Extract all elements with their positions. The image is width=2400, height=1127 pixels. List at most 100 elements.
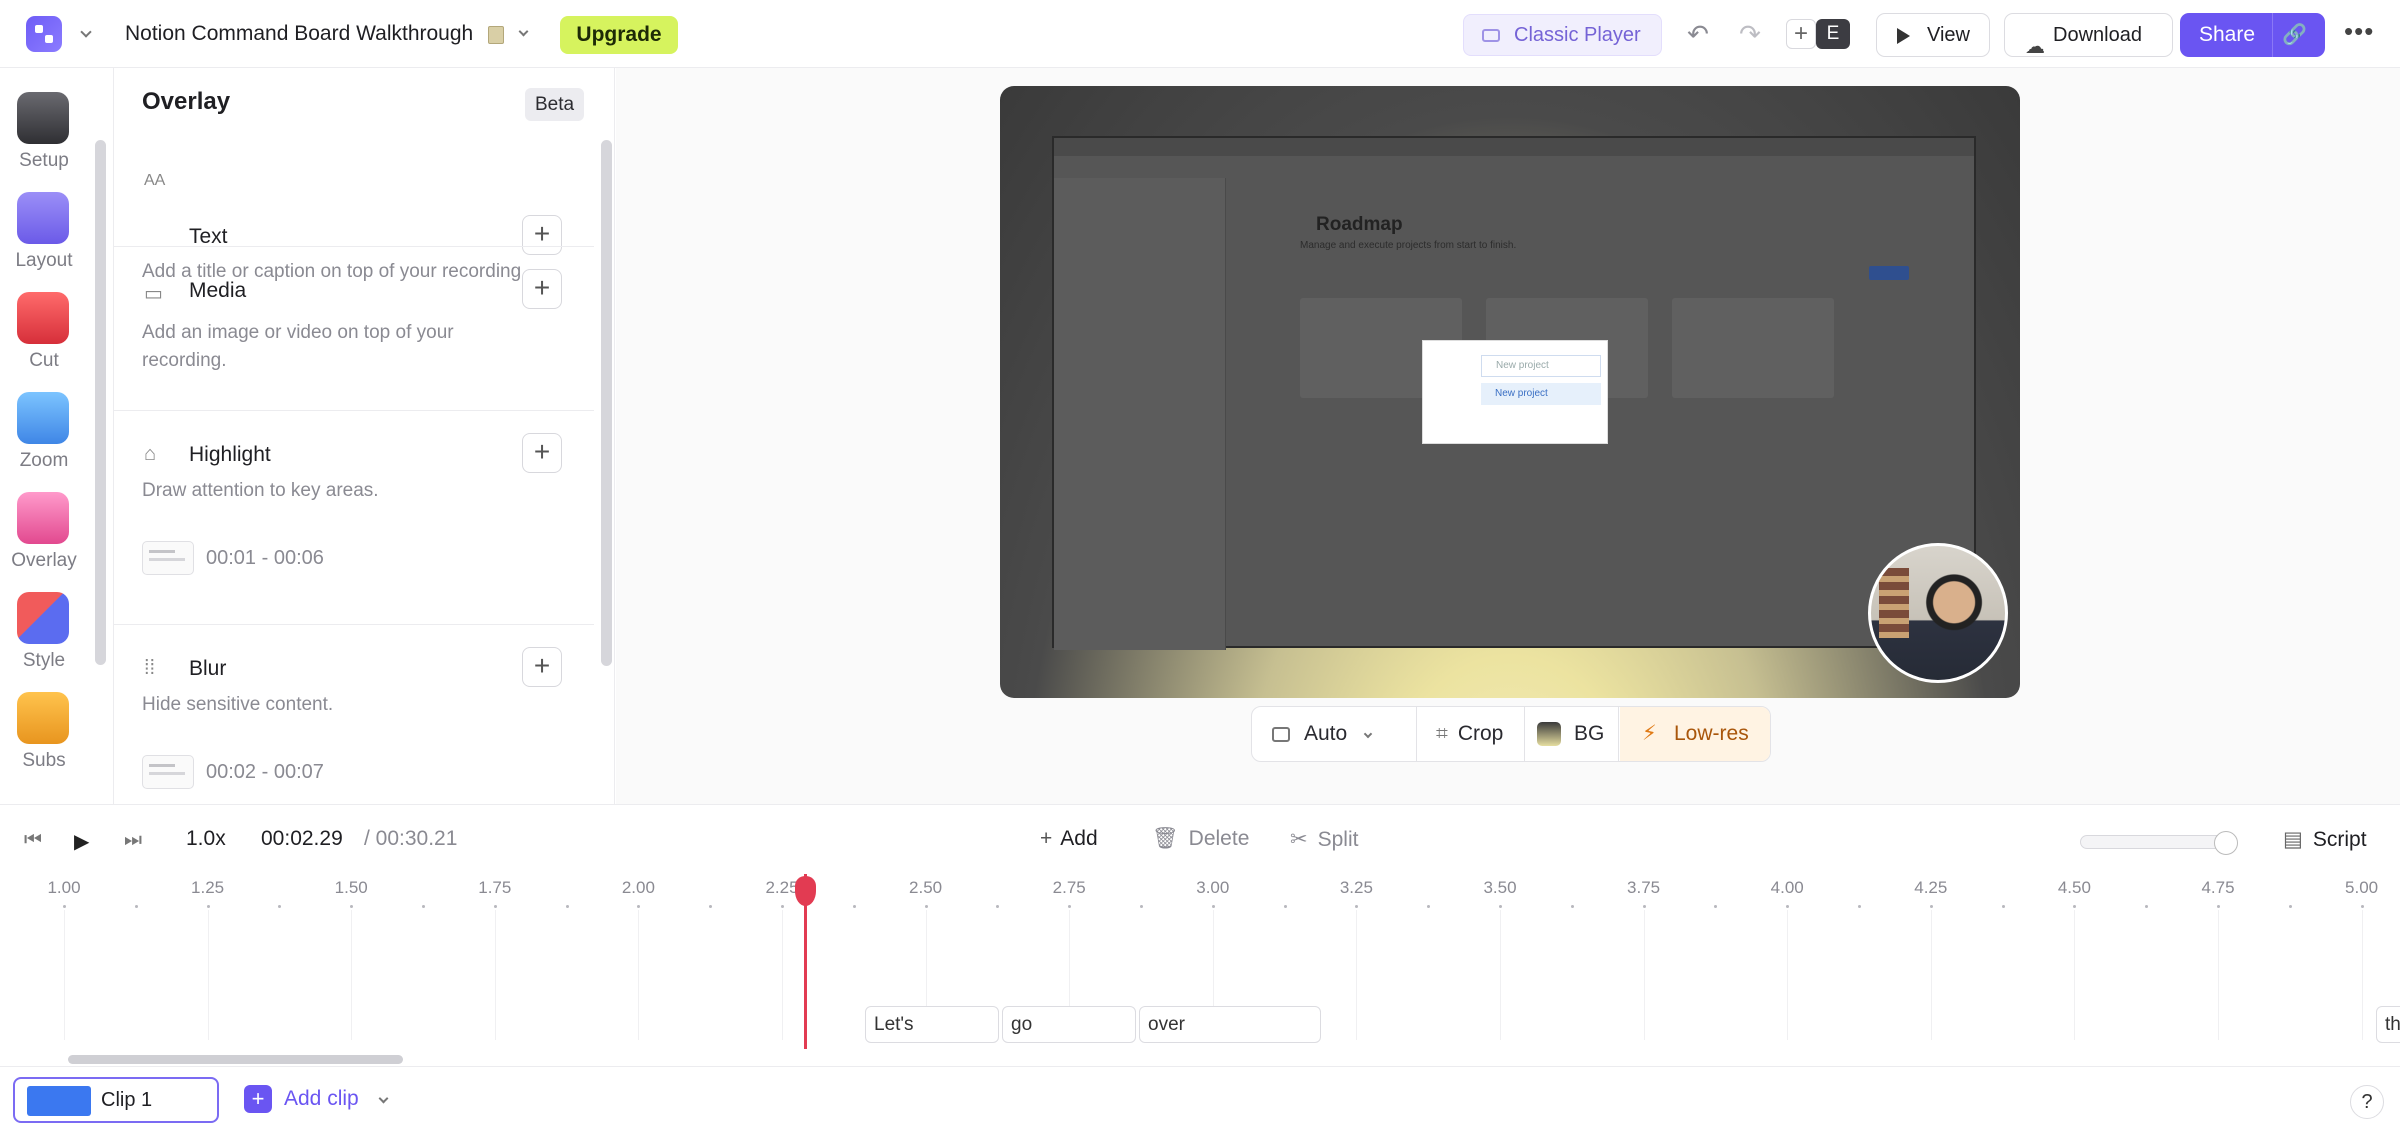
overlay-section-text: AA Text Add a title or caption on top of… <box>114 140 594 282</box>
image-icon: ▭ <box>144 283 163 305</box>
caption-word[interactable]: go <box>1002 1006 1136 1043</box>
tool-layout[interactable]: Layout <box>0 192 88 292</box>
tool-style[interactable]: Style <box>0 592 88 692</box>
overlay-panel: Overlay Beta AA Text Add a title or capt… <box>113 68 615 804</box>
rail-scrollbar[interactable] <box>95 140 106 665</box>
tick-dot <box>1570 905 1574 908</box>
add-media-button[interactable]: + <box>522 269 562 309</box>
share-button[interactable]: Share 🔗 <box>2180 13 2325 57</box>
subtitles-icon <box>17 692 69 744</box>
trash-icon: 🗑 <box>1152 827 1179 850</box>
tick-dot <box>1714 905 1718 908</box>
add-collaborator-button[interactable]: + <box>1786 19 1816 49</box>
palette-icon <box>17 592 69 644</box>
highlight-range[interactable]: 00:01 - 00:06 <box>206 547 324 570</box>
camera-icon <box>1482 29 1500 42</box>
help-button[interactable]: ? <box>2350 1085 2384 1119</box>
panel-scrollbar[interactable] <box>601 140 612 666</box>
low-res-button[interactable]: ⚡ Low-res <box>1620 707 1770 761</box>
tick-dot <box>2001 905 2005 908</box>
video-preview[interactable]: Roadmap Manage and execute projects from… <box>1000 86 2020 698</box>
tick-gridline <box>1787 910 1789 1040</box>
classic-player-label: Classic Player <box>1514 24 1641 46</box>
project-title[interactable]: Notion Command Board Walkthrough <box>125 22 473 46</box>
add-highlight-button[interactable]: + <box>522 433 562 473</box>
lightning-icon: ⚡ <box>1642 722 1657 745</box>
chevron-down-icon[interactable] <box>80 26 92 38</box>
timeline-zoom-slider[interactable] <box>2080 835 2228 849</box>
view-button[interactable]: View <box>1876 13 1990 57</box>
tick-label: 3.00 <box>1196 878 1230 897</box>
chevron-down-icon[interactable] <box>518 26 529 37</box>
tool-overlay[interactable]: Overlay <box>0 492 88 592</box>
classic-player-button[interactable]: Classic Player <box>1463 14 1662 56</box>
tool-subs[interactable]: Subs <box>0 692 88 792</box>
toolbar-divider <box>1416 707 1417 761</box>
aspect-auto-dropdown[interactable]: Auto <box>1272 707 1412 761</box>
download-button[interactable]: ☁ Download <box>2004 13 2173 58</box>
clip-label: Clip 1 <box>101 1089 153 1111</box>
caption-word[interactable]: Let's <box>865 1006 999 1043</box>
caption-word[interactable]: th <box>2376 1006 2400 1043</box>
tick-dot <box>1427 905 1431 908</box>
more-options-icon[interactable]: ••• <box>2344 16 2374 47</box>
chevron-down-icon[interactable] <box>378 1093 389 1104</box>
undo-icon[interactable]: ↶ <box>1684 20 1712 48</box>
tool-setup[interactable]: Setup <box>0 92 88 192</box>
skip-back-icon[interactable]: ⏮ <box>24 829 42 852</box>
blur-range[interactable]: 00:02 - 00:07 <box>206 761 324 784</box>
app-logo[interactable] <box>26 16 62 52</box>
crop-button[interactable]: ⌗ Crop <box>1420 707 1524 761</box>
cloud-download-icon: ☁ <box>2025 36 2045 58</box>
clapperboard-icon <box>17 92 69 144</box>
webcam-bubble[interactable] <box>1868 543 2008 683</box>
popup-item: New project <box>1481 355 1601 377</box>
crop-icon: ⌗ <box>1436 722 1448 745</box>
document-icon: ▤ <box>2283 828 2303 851</box>
tick-gridline <box>782 910 783 1040</box>
playhead-handle[interactable] <box>794 876 816 906</box>
add-blur-button[interactable]: + <box>522 647 562 687</box>
add-button[interactable]: + Add <box>1040 827 1098 851</box>
download-label: Download <box>2053 24 2142 46</box>
tick-label: 2.25 <box>765 878 799 897</box>
zoom-slider-handle[interactable] <box>2214 831 2238 855</box>
tick-dot <box>637 905 641 908</box>
add-clip-button[interactable]: + Add clip <box>244 1085 359 1113</box>
tick-dot <box>1858 905 1861 908</box>
tick-gridline <box>2074 910 2076 1040</box>
delete-button[interactable]: 🗑 Delete <box>1152 827 1249 851</box>
tick-dot <box>2217 905 2220 908</box>
upgrade-button[interactable]: Upgrade <box>560 16 678 54</box>
timeline-scrollbar[interactable] <box>68 1055 403 1064</box>
play-icon[interactable]: ▶ <box>74 829 89 854</box>
tool-zoom[interactable]: Zoom <box>0 392 88 492</box>
tick-gridline <box>1643 910 1645 1040</box>
tick-gridline <box>494 910 496 1040</box>
script-button[interactable]: ▤ Script <box>2283 827 2367 852</box>
toolbar-divider <box>1524 707 1525 761</box>
screen-topbar <box>1054 138 1974 156</box>
tick-label: 1.75 <box>478 878 512 897</box>
tick-gridline <box>2218 910 2219 1040</box>
copy-link-icon[interactable]: 🔗 <box>2282 13 2307 57</box>
tick-label: 1.00 <box>47 878 81 897</box>
tick-gridline <box>64 910 65 1040</box>
highlight-thumbnail[interactable] <box>142 541 194 575</box>
webcam-background <box>1879 568 1909 638</box>
blur-thumbnail[interactable] <box>142 755 194 789</box>
overlay-section-media: ▭ Media Add an image or video on top of … <box>114 246 594 410</box>
skip-forward-icon[interactable]: ⏭ <box>124 829 142 852</box>
caption-word[interactable]: over <box>1139 1006 1321 1043</box>
redo-icon[interactable]: ↷ <box>1736 20 1764 48</box>
notebook-icon <box>488 26 504 44</box>
screen-subtitle: Manage and execute projects from start t… <box>1300 240 1517 251</box>
avatar[interactable]: E <box>1816 19 1850 49</box>
tick-dot <box>493 905 497 908</box>
split-button[interactable]: ✂ Split <box>1290 827 1358 852</box>
background-swatch-icon <box>1537 722 1561 746</box>
tool-cut[interactable]: Cut <box>0 292 88 392</box>
tick-label: 4.00 <box>1770 878 1804 897</box>
playback-speed[interactable]: 1.0x <box>186 827 226 851</box>
clip-item[interactable]: Clip 1 <box>13 1077 219 1123</box>
